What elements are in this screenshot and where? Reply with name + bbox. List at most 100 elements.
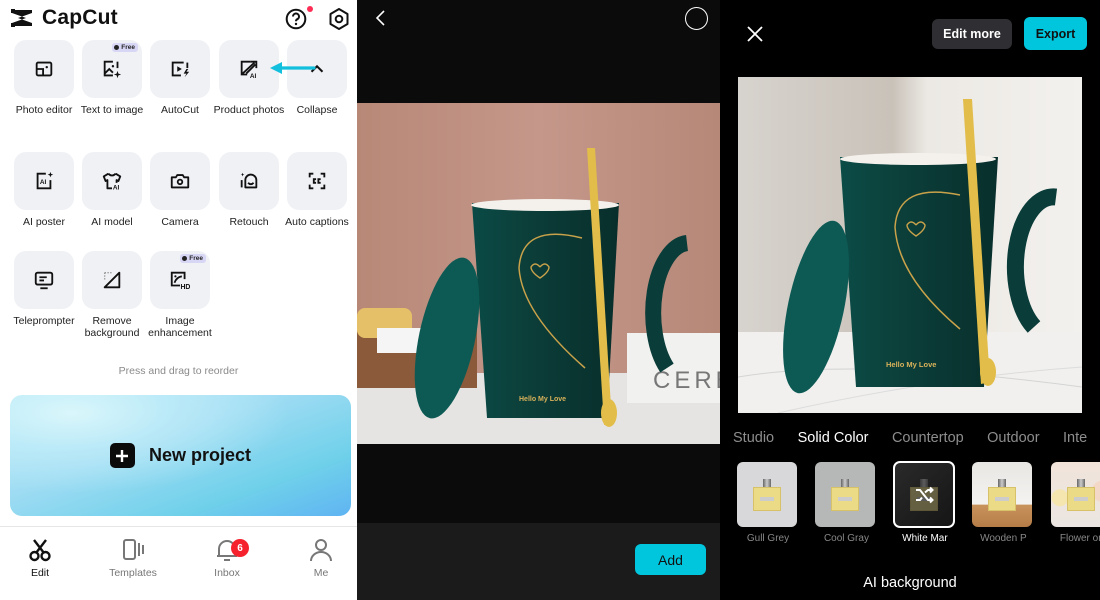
header: CapCut (0, 0, 357, 38)
clock-icon (182, 256, 188, 261)
nav-edit[interactable]: Edit (5, 537, 75, 579)
tool-tile[interactable] (14, 40, 74, 98)
mug-text: Hello My Love (519, 396, 566, 403)
add-button[interactable]: Add (635, 544, 706, 575)
thumb-gull-grey[interactable]: Gull Grey (737, 462, 797, 544)
tool-product-photos[interactable]: AI Product photos (214, 40, 284, 116)
annotation-arrow-icon (270, 62, 316, 74)
tool-photo-editor[interactable]: Photo editor (14, 40, 74, 116)
scissors-icon (29, 539, 51, 562)
thumb-cool-gray[interactable]: Cool Gray (815, 462, 876, 544)
nav-me[interactable]: Me (286, 537, 356, 579)
tab-countertop[interactable]: Countertop (892, 430, 964, 446)
reorder-hint: Press and drag to reorder (118, 365, 239, 377)
tool-tile[interactable] (150, 40, 210, 98)
thumb-label: Wooden P (980, 533, 1027, 544)
nav-inbox[interactable]: 6 Inbox (192, 537, 262, 579)
export-button[interactable]: Export (1024, 17, 1087, 50)
free-badge: Free (112, 43, 138, 52)
thumb-image[interactable] (892, 461, 955, 528)
thumb-flower[interactable]: Flower on (1050, 462, 1100, 544)
select-circle[interactable] (685, 7, 708, 30)
product-photos-icon: AI (240, 60, 258, 80)
thumb-image[interactable] (737, 462, 797, 527)
thumb-label: Flower on (1059, 533, 1100, 544)
remove-background-icon (103, 271, 121, 289)
close-icon[interactable] (746, 25, 764, 43)
app-name: CapCut (42, 6, 118, 29)
tool-tile[interactable] (14, 251, 74, 309)
capcut-home-screen: CapCut Photo editor Free Text to image A… (0, 0, 357, 600)
tool-collapse[interactable]: Collapse (287, 40, 347, 116)
tool-retouch[interactable]: Retouch (219, 152, 279, 228)
retouch-icon (240, 172, 258, 189)
tab-solid-color[interactable]: Solid Color (798, 430, 869, 446)
help-icon[interactable] (285, 8, 307, 30)
tool-tile[interactable] (150, 152, 210, 210)
tool-camera[interactable]: Camera (150, 152, 210, 228)
result-photo: Hello My Love (738, 77, 1082, 413)
perfume-bottle (988, 478, 1017, 511)
thumb-label: Cool Gray (823, 533, 869, 544)
tool-tile[interactable] (287, 152, 347, 210)
tool-tile[interactable] (82, 251, 142, 309)
tool-tile[interactable] (219, 152, 279, 210)
tool-auto-captions[interactable]: Auto captions (285, 152, 349, 228)
perfume-bottle (753, 478, 781, 511)
tool-autocut[interactable]: AutoCut (150, 40, 210, 116)
tool-text-to-image[interactable]: Free Text to image (81, 40, 143, 116)
camera-icon (170, 174, 190, 189)
thumb-label: Gull Grey (746, 533, 790, 544)
edit-more-button[interactable]: Edit more (932, 19, 1012, 49)
svg-text:HD: HD (180, 284, 190, 291)
thumb-image[interactable] (1050, 462, 1100, 527)
tool-label: AutoCut (161, 104, 199, 116)
tool-tile[interactable]: Free (82, 40, 142, 98)
thumb-label: White Mar (902, 533, 948, 544)
image-enhancement-icon: HD (170, 271, 190, 291)
tool-remove-background[interactable]: Remove background (82, 251, 142, 339)
product-photo: CERE Hello My Love (357, 103, 720, 444)
thumb-image[interactable] (815, 462, 876, 527)
tool-teleprompter[interactable]: Teleprompter (13, 251, 75, 327)
tab-studio[interactable]: Studio (733, 430, 774, 446)
tool-ai-model[interactable]: AI AI model (82, 152, 142, 228)
back-icon[interactable] (373, 9, 389, 27)
free-badge-label: Free (189, 255, 203, 262)
tool-image-enhancement[interactable]: Free HD Image enhancement (148, 251, 212, 339)
tool-ai-poster[interactable]: AI AI poster (14, 152, 74, 228)
ai-model-icon: AI (102, 172, 122, 191)
svg-text:AI: AI (113, 184, 120, 191)
text-to-image-icon (103, 60, 122, 79)
auto-captions-icon (308, 172, 326, 190)
thumb-image[interactable] (972, 462, 1033, 527)
tab-outdoor[interactable]: Outdoor (987, 430, 1039, 446)
tool-tile[interactable]: AI (14, 152, 74, 210)
nav-templates[interactable]: Templates (98, 537, 168, 579)
templates-icon (123, 539, 144, 560)
category-tabs: Studio Solid Color Countertop Outdoor In… (733, 429, 1100, 447)
photo-editor-icon (35, 61, 53, 77)
tool-label: Auto captions (285, 216, 349, 228)
mug-result-photo: Hello My Love (738, 77, 1082, 413)
nav-label: Templates (109, 567, 157, 579)
free-badge-label: Free (121, 44, 135, 51)
settings-icon[interactable] (327, 7, 351, 31)
nav-label: Inbox (214, 567, 240, 579)
tool-tile[interactable]: AI (82, 152, 142, 210)
thumb-white-marble[interactable]: White Mar (892, 461, 955, 544)
tool-tile[interactable]: Free HD (150, 251, 210, 309)
person-icon (310, 539, 332, 562)
capcut-logo: CapCut (10, 6, 118, 30)
new-project-button[interactable]: New project (10, 395, 351, 516)
notification-dot (307, 6, 313, 12)
ai-background-screen: Edit more Export Hello My Love Studio So… (720, 0, 1100, 600)
book-text: CERE (653, 367, 720, 394)
tab-interior[interactable]: Inte (1063, 430, 1087, 446)
clock-icon (114, 45, 120, 50)
shuffle-icon (894, 462, 954, 527)
mug-photo: CERE Hello My Love (357, 103, 720, 444)
thumb-wooden[interactable]: Wooden P (972, 462, 1033, 544)
capcut-logo-icon (11, 9, 32, 27)
tool-label: Camera (161, 216, 199, 228)
